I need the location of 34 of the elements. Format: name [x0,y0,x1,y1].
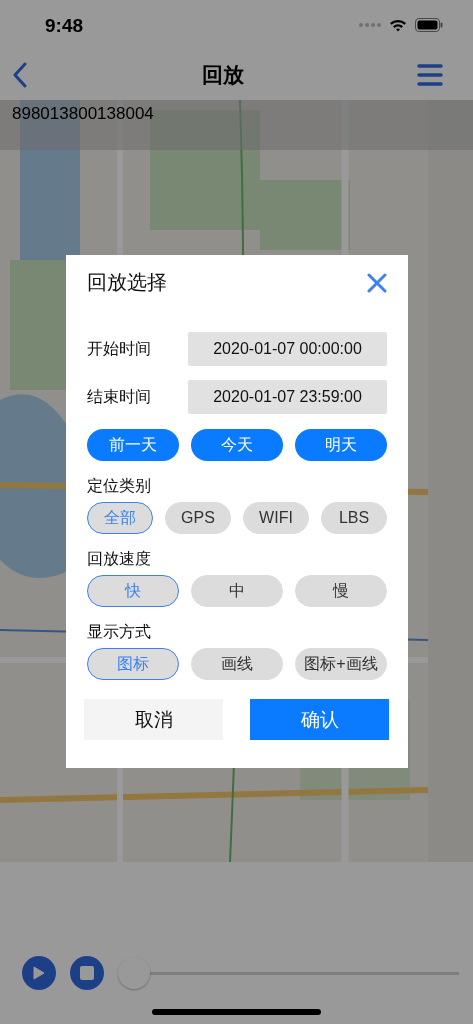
menu-icon[interactable] [417,64,443,86]
time-field[interactable]: 2020-01-07 00:00:00 [188,332,387,366]
status-time: 9:48 [45,14,85,37]
option-button[interactable]: WIFI [243,502,309,534]
cancel-button[interactable]: 取消 [84,699,223,740]
option-button[interactable]: GPS [165,502,231,534]
time-field[interactable]: 2020-01-07 23:59:00 [188,380,387,414]
group-label: 回放速度 [87,549,152,569]
wifi-icon [389,18,407,32]
dialog-title: 回放选择 [87,270,167,295]
back-icon[interactable] [12,62,28,88]
battery-icon [415,18,443,32]
day-button[interactable]: 今天 [191,429,283,461]
close-icon[interactable] [367,272,387,293]
slider-thumb[interactable] [118,957,150,989]
day-button[interactable]: 明天 [295,429,387,461]
screen-title: 回放 [200,62,245,88]
play-icon [33,966,45,980]
option-button[interactable]: LBS [321,502,387,534]
option-button[interactable]: 中 [191,575,283,607]
option-button[interactable]: 画线 [191,648,283,680]
play-button[interactable] [22,956,56,990]
device-id: 898013800138004 [12,104,154,124]
stop-button[interactable] [70,956,104,990]
signal-icon [359,23,381,27]
confirm-button[interactable]: 确认 [250,699,389,740]
day-button[interactable]: 前一天 [87,429,179,461]
stop-icon [80,966,94,980]
group-label: 定位类别 [87,476,152,496]
field-label: 开始时间 [87,338,151,359]
option-button[interactable]: 慢 [295,575,387,607]
group-label: 显示方式 [87,622,152,642]
option-button[interactable]: 图标+画线 [295,648,387,680]
field-label: 结束时间 [87,386,151,407]
